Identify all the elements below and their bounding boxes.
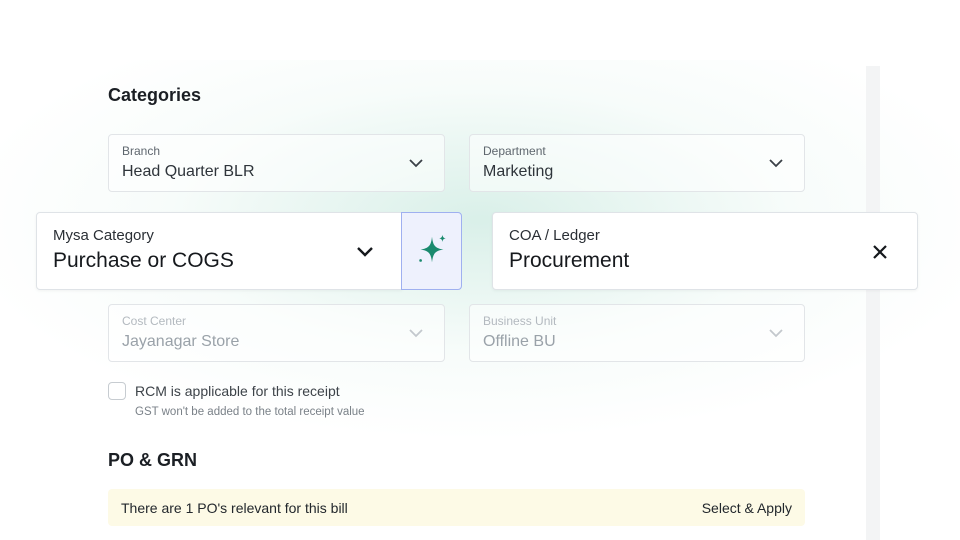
rcm-label: RCM is applicable for this receipt [135,383,340,399]
po-grn-heading: PO & GRN [108,450,198,470]
department-value: Marketing [483,163,554,180]
chevron-down-icon [357,247,373,257]
branch-label: Branch [122,144,161,158]
coa-ledger-select[interactable]: COA / Ledger Procurement [492,212,918,290]
mysa-category-label: Mysa Category [53,227,154,244]
business-unit-value: Offline BU [483,333,556,350]
categories-heading: Categories [108,85,202,105]
department-select[interactable]: Department Marketing [469,134,805,192]
mysa-category-select[interactable]: Mysa Category Purchase or COGS [36,212,402,290]
branch-value: Head Quarter BLR [122,163,255,180]
business-unit-select[interactable]: Business Unit Offline BU [469,304,805,362]
cost-center-select[interactable]: Cost Center Jayanagar Store [108,304,445,362]
select-apply-link[interactable]: Select & Apply [702,500,792,516]
cost-center-value: Jayanagar Store [122,333,240,350]
business-unit-label: Business Unit [483,314,557,328]
sparkle-icon [419,234,446,263]
rcm-hint: GST won't be added to the total receipt … [135,406,365,418]
coa-ledger-label: COA / Ledger [509,227,600,244]
chevron-down-icon [769,159,783,168]
branch-select[interactable]: Branch Head Quarter BLR [108,134,445,192]
po-suggestion-banner: There are 1 PO's relevant for this bill … [108,489,805,526]
rcm-checkbox[interactable] [108,382,126,400]
chevron-down-icon [409,159,423,168]
coa-ledger-value: Procurement [509,249,630,272]
department-label: Department [483,144,546,158]
po-banner-text: There are 1 PO's relevant for this bill [121,500,348,516]
chevron-down-icon [409,329,423,338]
close-icon[interactable] [870,242,890,262]
mysa-category-value: Purchase or COGS [53,249,234,272]
highlighted-category-row: Mysa Category Purchase or COGS COA / Led… [36,212,918,290]
chevron-down-icon [769,329,783,338]
ai-suggest-button[interactable] [401,212,462,290]
cost-center-label: Cost Center [122,314,187,328]
scrollbar-track[interactable] [866,66,880,540]
